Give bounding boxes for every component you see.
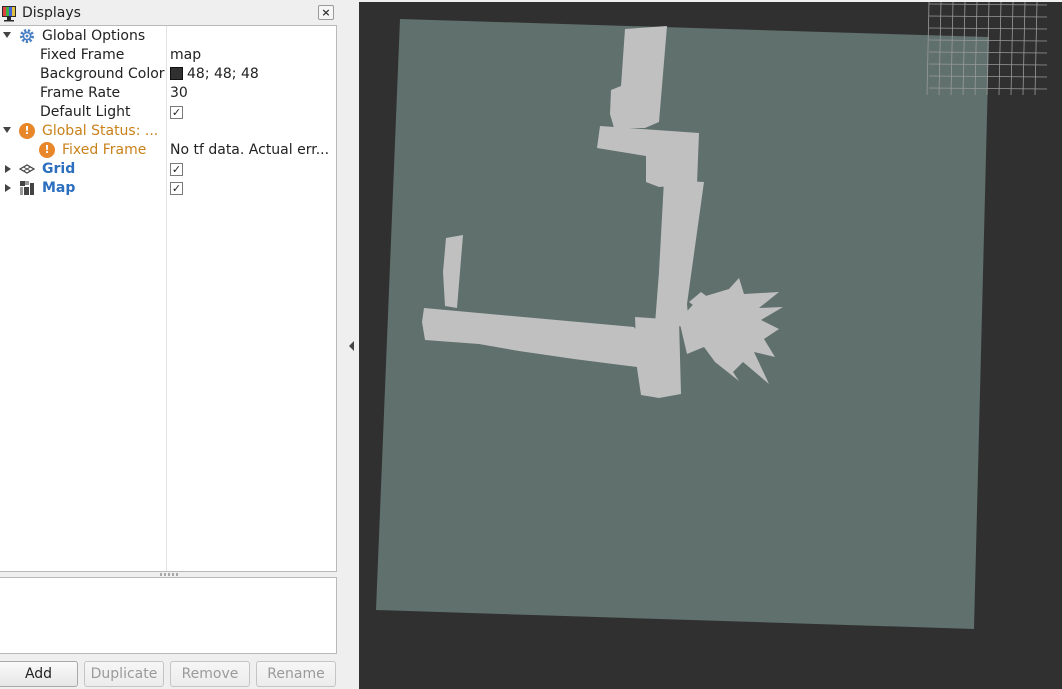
status-fixed-frame-label: Fixed Frame bbox=[62, 142, 147, 158]
default-light-checkbox[interactable]: ✓ bbox=[170, 106, 183, 119]
background-color-value[interactable]: 48; 48; 48 bbox=[170, 65, 334, 84]
grid-line bbox=[928, 27, 1048, 30]
tree-row-map[interactable]: Map ✓ bbox=[0, 179, 336, 198]
render-view-3d[interactable] bbox=[359, 2, 1062, 689]
grid-line bbox=[1034, 2, 1038, 96]
frame-rate-label: Frame Rate bbox=[40, 85, 121, 101]
map-display-label: Map bbox=[42, 180, 76, 196]
map-enabled-checkbox[interactable]: ✓ bbox=[170, 182, 183, 195]
tree-row-status-fixed-frame[interactable]: ! Fixed Frame No tf data. Actual err... bbox=[0, 141, 336, 160]
tree-row-global-options[interactable]: Global Options bbox=[0, 27, 336, 46]
displays-tree[interactable]: Global Options Fixed Frame map Backgroun… bbox=[0, 25, 337, 572]
displays-panel: Displays × Global Options Fixed Frame ma… bbox=[0, 0, 343, 689]
default-light-label: Default Light bbox=[40, 104, 131, 120]
warning-icon: ! bbox=[19, 123, 35, 139]
rviz-window: Displays × Global Options Fixed Frame ma… bbox=[0, 0, 1062, 689]
panel-splitter-handle[interactable] bbox=[160, 573, 178, 576]
tree-row-background-color[interactable]: Background Color 48; 48; 48 bbox=[0, 65, 336, 84]
global-options-label: Global Options bbox=[42, 28, 146, 44]
background-color-text: 48; 48; 48 bbox=[187, 66, 259, 82]
grid-line bbox=[928, 15, 1048, 18]
grid-enabled-checkbox[interactable]: ✓ bbox=[170, 163, 183, 176]
displays-panel-titlebar[interactable]: Displays × bbox=[0, 3, 339, 25]
tree-row-default-light[interactable]: Default Light ✓ bbox=[0, 103, 336, 122]
grid-icon bbox=[19, 164, 35, 174]
fixed-frame-label: Fixed Frame bbox=[40, 47, 125, 63]
close-panel-button[interactable]: × bbox=[318, 5, 334, 20]
panel-title: Displays bbox=[22, 5, 81, 21]
collapse-left-arrow-icon[interactable] bbox=[349, 341, 354, 351]
close-icon: × bbox=[321, 6, 331, 19]
grid-line bbox=[928, 3, 1048, 6]
grid-line bbox=[998, 2, 1002, 96]
frame-rate-value[interactable]: 30 bbox=[170, 84, 334, 103]
expand-arrow-icon[interactable] bbox=[3, 32, 11, 38]
expand-arrow-icon[interactable] bbox=[5, 165, 11, 173]
fixed-frame-value[interactable]: map bbox=[170, 46, 334, 65]
warning-icon: ! bbox=[39, 142, 55, 158]
map-icon bbox=[20, 181, 34, 195]
tree-row-fixed-frame[interactable]: Fixed Frame map bbox=[0, 46, 336, 65]
render-canvas[interactable] bbox=[359, 2, 1062, 689]
duplicate-display-button[interactable]: Duplicate bbox=[84, 661, 164, 687]
grid-line bbox=[1010, 2, 1014, 96]
remove-display-button[interactable]: Remove bbox=[170, 661, 250, 687]
global-status-label: Global Status: ... bbox=[42, 123, 159, 139]
grid-display-label: Grid bbox=[42, 161, 76, 177]
status-fixed-frame-message: No tf data. Actual err... bbox=[170, 142, 330, 158]
gear-icon bbox=[20, 29, 34, 43]
expand-arrow-icon[interactable] bbox=[5, 184, 11, 192]
rename-display-button[interactable]: Rename bbox=[256, 661, 336, 687]
color-swatch[interactable] bbox=[170, 67, 183, 80]
tree-row-global-status[interactable]: ! Global Status: ... bbox=[0, 122, 336, 141]
background-color-label: Background Color bbox=[40, 66, 165, 82]
expand-arrow-icon[interactable] bbox=[3, 127, 11, 133]
add-display-button[interactable]: Add bbox=[0, 661, 78, 687]
tree-row-grid[interactable]: Grid ✓ bbox=[0, 160, 336, 179]
monitor-icon bbox=[2, 6, 16, 22]
grid-line bbox=[1022, 2, 1026, 96]
tree-row-frame-rate[interactable]: Frame Rate 30 bbox=[0, 84, 336, 103]
property-description-box bbox=[0, 577, 337, 654]
